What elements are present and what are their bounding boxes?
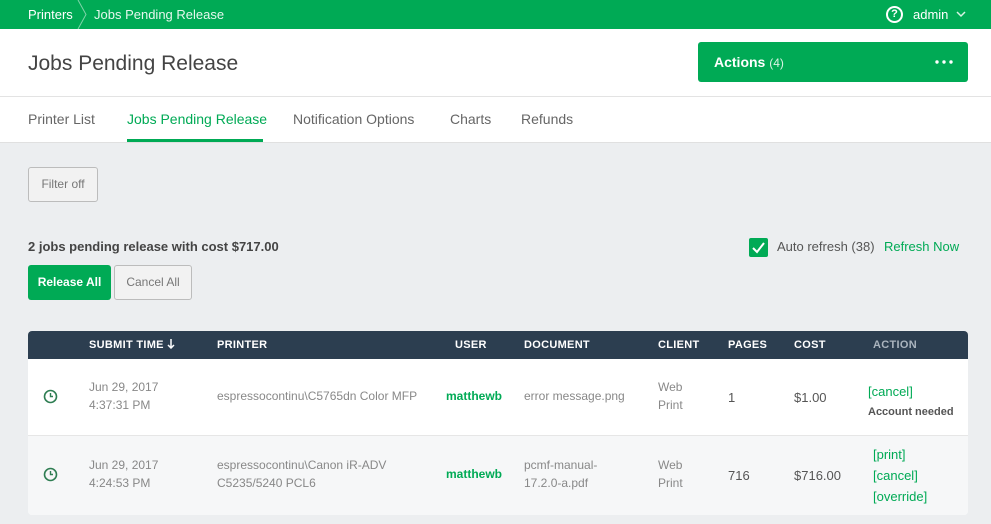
document-name: error message.png [524, 389, 625, 403]
tab-refunds[interactable]: Refunds [521, 111, 573, 127]
job-cost: $1.00 [794, 390, 827, 405]
summary-prefix: 2 jobs pending release [28, 239, 169, 254]
help-icon[interactable]: ? [886, 6, 903, 23]
auto-refresh-label: Auto refresh (38) [777, 239, 875, 254]
active-tab-indicator [127, 139, 263, 142]
printer-name: espressocontinu\C5765dn Color MFP [217, 389, 418, 403]
tab-printer-list[interactable]: Printer List [28, 111, 95, 127]
user-name[interactable]: matthewb [446, 387, 502, 405]
client-type: Web Print [658, 458, 683, 490]
jobs-table: SUBMIT TIME PRINTER USER DOCUMENT CLIENT… [28, 331, 968, 515]
page-title: Jobs Pending Release [28, 52, 239, 75]
print-job-link[interactable]: [print] [873, 444, 927, 465]
summary-cost: $717.00 [231, 239, 279, 254]
auto-refresh-checkbox[interactable] [749, 238, 768, 257]
client-type: Web Print [658, 380, 683, 412]
header-pages[interactable]: PAGES [728, 339, 767, 351]
pages-count: 716 [728, 468, 750, 483]
clock-icon [43, 389, 58, 404]
breadcrumb-printers[interactable]: Printers [28, 7, 73, 22]
table-row: Jun 29, 2017 4:37:31 PM espressocontinu\C… [28, 359, 968, 436]
printer-name: espressocontinu\Canon iR-ADV C5235/5240 P… [217, 458, 387, 490]
submit-time: Jun 29, 2017 4:24:53 PM [89, 458, 159, 490]
user-name[interactable]: matthewb [446, 465, 502, 483]
release-all-button[interactable]: Release All [28, 265, 111, 300]
pages-count: 1 [728, 390, 736, 405]
breadcrumb-separator-icon [77, 0, 87, 29]
submit-time: Jun 29, 2017 4:37:31 PM [89, 380, 159, 412]
table-header: SUBMIT TIME PRINTER USER DOCUMENT CLIENT… [28, 331, 968, 359]
header-submit-time[interactable]: SUBMIT TIME [89, 339, 175, 351]
refresh-now-link[interactable]: Refresh Now [884, 239, 959, 254]
breadcrumb-current: Jobs Pending Release [94, 7, 225, 22]
cancel-job-link[interactable]: [cancel] [873, 465, 927, 486]
account-needed-note: Account needed [868, 406, 954, 418]
document-name: pcmf-manual- 17.2.0-a.pdf [524, 458, 598, 490]
header-user[interactable]: USER [455, 339, 487, 351]
header-client[interactable]: CLIENT [658, 339, 700, 351]
clock-icon [43, 467, 58, 482]
more-dots-icon [935, 60, 953, 64]
action-cell: [cancel] Account needed [868, 381, 954, 421]
actions-button[interactable]: Actions (4) [698, 42, 968, 82]
tab-charts[interactable]: Charts [450, 111, 491, 127]
header-document[interactable]: DOCUMENT [524, 339, 590, 351]
chevron-down-icon[interactable] [955, 9, 967, 19]
checkmark-icon [752, 242, 765, 254]
action-cell: [print] [cancel] [override] [873, 444, 927, 507]
jobs-summary: 2 jobs pending release with cost $717.00 [28, 239, 279, 254]
summary-middle: with cost [168, 239, 232, 254]
header-cost[interactable]: COST [794, 339, 826, 351]
table-row: Jun 29, 2017 4:24:53 PM espressocontinu\C… [28, 436, 968, 515]
cancel-all-button[interactable]: Cancel All [114, 265, 192, 300]
sort-down-arrow-icon [167, 339, 175, 350]
header-action: ACTION [873, 339, 917, 351]
user-menu[interactable]: admin [913, 7, 948, 22]
filter-button[interactable]: Filter off [28, 167, 98, 202]
page-header: Jobs Pending Release Actions (4) [0, 29, 991, 97]
override-job-link[interactable]: [override] [873, 486, 927, 507]
top-bar: Printers Jobs Pending Release ? admin [0, 0, 991, 29]
actions-label: Actions (4) [714, 54, 784, 70]
tab-jobs-pending-release[interactable]: Jobs Pending Release [127, 111, 267, 127]
job-cost: $716.00 [794, 468, 841, 483]
actions-count: (4) [769, 56, 784, 70]
cancel-job-link[interactable]: [cancel] [868, 381, 954, 402]
tab-notification-options[interactable]: Notification Options [293, 111, 414, 127]
tab-bar: Printer List Jobs Pending Release Notifi… [0, 97, 991, 143]
header-printer[interactable]: PRINTER [217, 339, 267, 351]
